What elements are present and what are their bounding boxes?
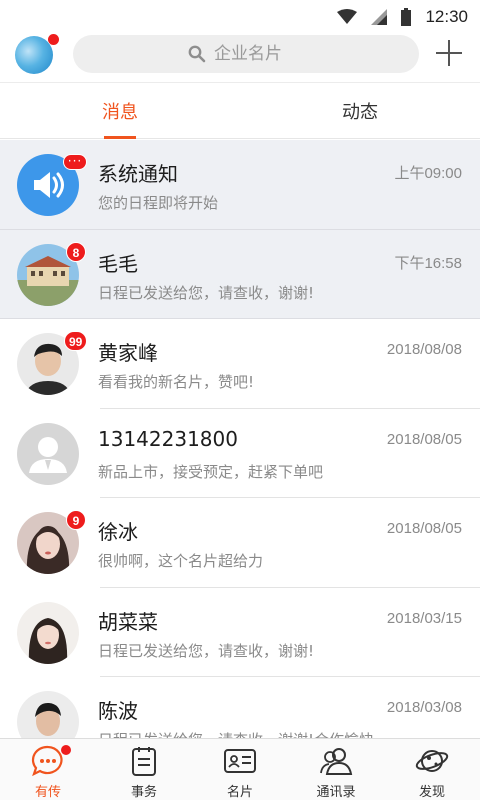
contact-name: 系统通知 [98, 162, 178, 186]
tab-messages[interactable]: 消息 [0, 83, 240, 139]
unread-badge: 9 [66, 510, 86, 530]
contact-name: 陈波 [98, 699, 138, 723]
add-icon[interactable] [434, 38, 464, 68]
message-preview: 看看我的新名片，赞吧! [98, 373, 255, 391]
list-item[interactable]: 胡菜菜 2018/03/15 日程已发送给您，请查收，谢谢! [0, 588, 480, 677]
list-item[interactable]: 9 徐冰 2018/08/05 很帅啊，这个名片超给力 [0, 498, 480, 588]
default-person-icon [17, 422, 79, 485]
young-man-photo-avatar [17, 691, 79, 738]
nav-label: 有传 [34, 785, 61, 800]
list-item[interactable]: ··· 系统通知 上午09:00 您的日程即将开始 [0, 140, 480, 230]
chat-bubble-icon [31, 745, 71, 777]
list-item[interactable]: 陈波 2018/03/08 日程已发送给您，请查收，谢谢!合作愉快 [0, 677, 480, 738]
my-avatar[interactable] [15, 34, 59, 74]
message-preview: 日程已发送给您，请查收，谢谢! [98, 283, 315, 302]
contact-name: 胡菜菜 [98, 609, 158, 634]
nav-label: 发现 [418, 785, 445, 800]
message-time: 上午09:00 [394, 165, 462, 182]
message-preview: 您的日程即将开始 [98, 194, 219, 212]
unread-badge: 8 [66, 241, 86, 262]
message-time: 2018/08/05 [386, 520, 462, 537]
status-time: 12:30 [425, 7, 468, 26]
message-list[interactable]: ··· 系统通知 上午09:00 您的日程即将开始 8 毛毛 下午16:58 日… [0, 140, 480, 738]
signal-icon [371, 9, 388, 25]
wifi-icon [337, 9, 358, 24]
contact-name: 黄家峰 [98, 341, 158, 365]
list-item[interactable]: 99 黄家峰 2018/08/08 看看我的新名片，赞吧! [0, 319, 480, 409]
list-item[interactable]: 13142231800 2018/08/05 新品上市，接受预定，赶紧下单吧 [0, 409, 480, 498]
unread-badge: 99 [64, 331, 88, 351]
tab-bar: 消息 动态 [0, 82, 480, 139]
message-time: 2018/03/08 [386, 699, 462, 716]
more-badge: ··· [63, 154, 87, 170]
contact-name: 13142231800 [98, 426, 238, 451]
battery-icon [401, 8, 412, 26]
tab-indicator [104, 136, 136, 139]
business-card-icon [223, 745, 257, 777]
clipboard-icon [127, 745, 161, 777]
nav-label: 名片 [226, 785, 253, 800]
planet-icon [415, 745, 449, 777]
message-preview: 新品上市，接受预定，赶紧下单吧 [98, 462, 324, 481]
message-time: 2018/03/15 [386, 609, 462, 627]
nav-item-contacts[interactable]: 通讯录 [288, 739, 384, 800]
contacts-icon [319, 745, 353, 777]
message-time: 2018/08/05 [386, 430, 462, 448]
contact-name: 毛毛 [98, 251, 138, 276]
nav-label: 事务 [130, 785, 157, 800]
message-time: 2018/08/08 [386, 341, 462, 358]
notification-dot [48, 34, 59, 45]
nav-item-discover[interactable]: 发现 [384, 739, 480, 800]
tab-moments[interactable]: 动态 [240, 83, 480, 139]
search-icon [188, 45, 206, 63]
message-preview: 日程已发送给您，请查收，谢谢!合作愉快 [98, 729, 374, 738]
message-preview: 很帅啊，这个名片超给力 [98, 552, 264, 570]
bottom-nav: 有传 事务 名片 通讯录 发现 [0, 738, 480, 800]
nav-item-cards[interactable]: 名片 [192, 739, 288, 800]
search-bar[interactable] [73, 35, 419, 73]
list-item[interactable]: 8 毛毛 下午16:58 日程已发送给您，请查收，谢谢! [0, 229, 480, 319]
nav-item-affairs[interactable]: 事务 [96, 739, 192, 800]
nav-item-youchuan[interactable]: 有传 [0, 739, 96, 800]
status-bar: 12:30 [0, 0, 480, 34]
contact-name: 徐冰 [98, 520, 138, 544]
top-header [0, 34, 480, 82]
nav-label: 通讯录 [316, 785, 356, 800]
girl-photo-avatar [17, 601, 79, 664]
nav-notification-dot [61, 745, 71, 755]
message-preview: 日程已发送给您，请查收，谢谢! [98, 641, 315, 660]
message-time: 下午16:58 [394, 254, 462, 272]
search-input[interactable] [214, 44, 304, 64]
